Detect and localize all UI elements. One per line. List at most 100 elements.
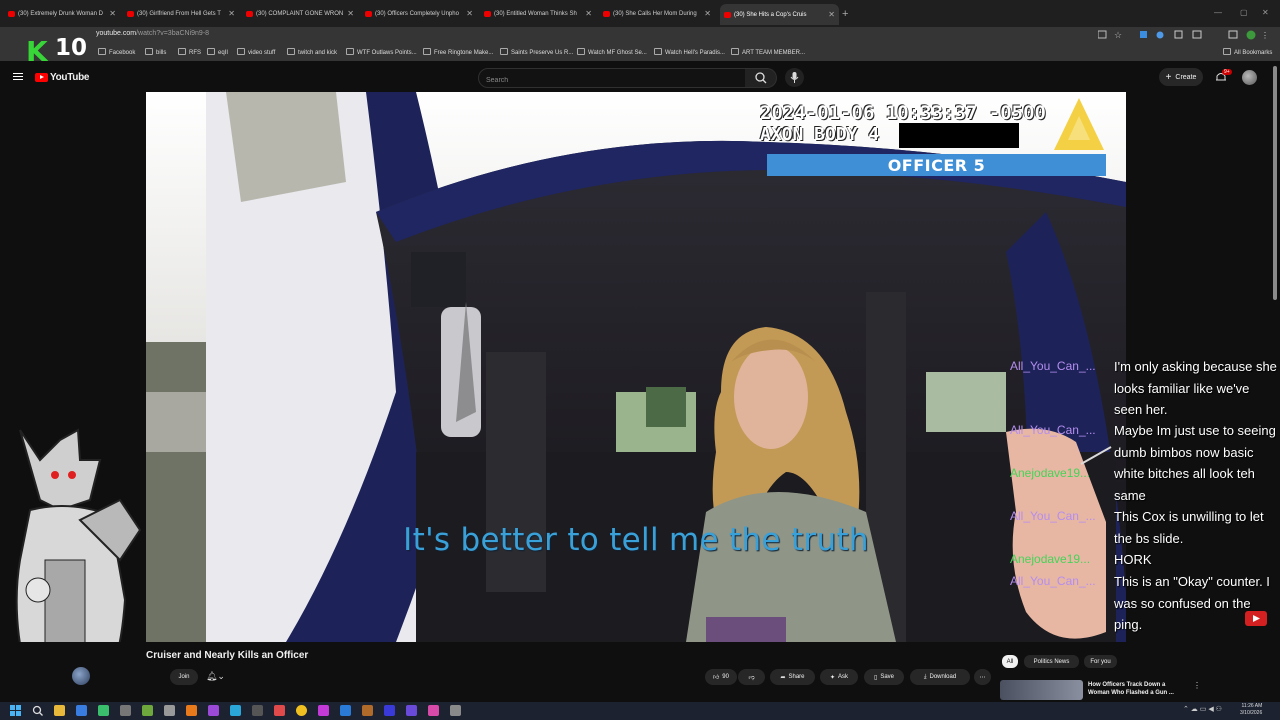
- hamburger-menu-icon[interactable]: [13, 73, 23, 82]
- bookmark-item[interactable]: Watch MF Ghost Se...: [577, 48, 647, 56]
- thumbs-up-icon: 👍︎: [713, 675, 720, 681]
- browser-tab[interactable]: (30) COMPLAINT GONE WRON ✕: [246, 6, 358, 21]
- browser-tab[interactable]: (30) Entitled Woman Thinks Sh ✕: [484, 6, 596, 21]
- kebab-menu-icon: ⋮: [1261, 31, 1268, 40]
- taskbar-app-icon[interactable]: [142, 705, 153, 716]
- bookmark-item[interactable]: ART TEAM MEMBER...: [731, 48, 805, 56]
- taskbar-app-icon[interactable]: [164, 705, 175, 716]
- chat-text: Maybe Im just use to seeing dumb bimbos …: [1114, 423, 1276, 503]
- youtube-logo[interactable]: YouTube: [35, 72, 90, 83]
- close-tab-icon[interactable]: ✕: [828, 10, 835, 19]
- taskbar-app-icon[interactable]: [230, 705, 241, 716]
- settings-icon[interactable]: [450, 705, 461, 716]
- chat-username: All_You_Can_...: [1010, 509, 1096, 523]
- chrome-icon[interactable]: [296, 705, 307, 716]
- search-box: [478, 68, 747, 90]
- chip-for-you[interactable]: For you: [1084, 655, 1117, 668]
- chat-text: I'm only asking because she looks famili…: [1114, 359, 1277, 417]
- microphone-icon: [790, 72, 799, 83]
- more-actions-button[interactable]: ⋯: [974, 669, 991, 685]
- account-avatar[interactable]: [1242, 70, 1257, 85]
- new-tab-icon[interactable]: +: [842, 8, 848, 20]
- chat-username: All_You_Can_...: [1010, 423, 1096, 437]
- system-tray-icons[interactable]: ⌃ ☁ ▭ ◀︎ ⚇: [1183, 705, 1222, 713]
- browser-tab-active[interactable]: (30) She Hits a Cop's Cruis ✕: [720, 4, 839, 25]
- taskbar-app-icon[interactable]: [98, 705, 109, 716]
- recommendation-thumbnail[interactable]: [1000, 680, 1083, 700]
- subscription-bell-icon[interactable]: 🔔︎⌄: [206, 671, 225, 682]
- browser-tab[interactable]: (30) Extremely Drunk Woman D ✕: [8, 6, 120, 21]
- file-explorer-icon[interactable]: [54, 705, 65, 716]
- youtube-favicon-icon: [8, 10, 15, 17]
- download-icon: ⤓: [923, 673, 927, 680]
- taskbar-app-icon[interactable]: [406, 705, 417, 716]
- browser-toolbar-icons[interactable]: ☆ ⋮: [1098, 30, 1268, 40]
- dislike-button[interactable]: 👎︎: [738, 669, 765, 685]
- bookmark-item[interactable]: Facebook: [98, 48, 135, 56]
- taskbar-app-icon[interactable]: [274, 705, 285, 716]
- share-button[interactable]: ➦ Share: [770, 669, 815, 685]
- taskbar-app-icon[interactable]: [428, 705, 439, 716]
- youtube-favicon-icon: [724, 11, 731, 18]
- taskbar-app-icon[interactable]: [340, 705, 351, 716]
- minimize-icon[interactable]: —: [1214, 8, 1222, 17]
- chip-all[interactable]: All: [1002, 655, 1018, 668]
- taskbar-app-icon[interactable]: [208, 705, 219, 716]
- bookmark-item[interactable]: Saints Preserve Us R...: [500, 48, 573, 56]
- search-input[interactable]: [479, 71, 726, 90]
- taskbar-clock[interactable]: 11:26 AM 3/10/2026: [1240, 703, 1262, 717]
- more-vertical-icon[interactable]: ⋮: [1193, 681, 1201, 690]
- browser-tab-bar: (30) Extremely Drunk Woman D ✕ (30) Girlf…: [0, 0, 1280, 27]
- install-icon: [1098, 30, 1107, 39]
- youtube-favicon-icon: [127, 10, 134, 17]
- bookmark-item[interactable]: twitch and kick: [287, 48, 337, 56]
- close-window-icon[interactable]: ✕: [1262, 8, 1269, 17]
- voice-search-button[interactable]: [785, 68, 804, 87]
- close-tab-icon[interactable]: ✕: [347, 9, 354, 18]
- bookmark-item[interactable]: WTF Outlaws Points...: [346, 48, 417, 56]
- taskbar-app-icon[interactable]: [362, 705, 373, 716]
- taskbar-app-icon[interactable]: [76, 705, 87, 716]
- url-field[interactable]: youtube.com/watch?v=3baCNi9n9-8: [96, 30, 209, 37]
- like-button[interactable]: 👍︎ 90: [705, 669, 737, 685]
- search-button[interactable]: [745, 68, 777, 88]
- chat-text: HORK: [1114, 552, 1152, 567]
- close-tab-icon[interactable]: ✕: [704, 9, 711, 18]
- close-tab-icon[interactable]: ✕: [109, 9, 116, 18]
- bookmark-item[interactable]: RFS: [178, 48, 201, 56]
- maximize-icon[interactable]: ▢: [1240, 8, 1248, 17]
- recommendation-title[interactable]: How Officers Track Down a Woman Who Flas…: [1088, 681, 1188, 697]
- bookmark-item[interactable]: bills: [145, 48, 166, 56]
- taskbar-app-icon[interactable]: [120, 705, 131, 716]
- extension-icon: [1156, 31, 1164, 39]
- join-button[interactable]: Join: [170, 669, 198, 685]
- profile-icon: [1246, 30, 1256, 40]
- browser-tab[interactable]: (30) Officers Completely Unpho ✕: [365, 6, 477, 21]
- browser-tab[interactable]: (30) She Calls Her Mom During ✕: [603, 6, 715, 21]
- taskbar-app-icon[interactable]: [186, 705, 197, 716]
- ask-button[interactable]: ✦ Ask: [820, 669, 858, 685]
- bookmark-item[interactable]: Free Ringtone Make...: [423, 48, 493, 56]
- bookmark-item[interactable]: Watch Hell's Paradis...: [654, 48, 725, 56]
- all-bookmarks[interactable]: All Bookmarks: [1223, 48, 1272, 56]
- page-scrollbar[interactable]: [1273, 66, 1277, 300]
- close-tab-icon[interactable]: ✕: [466, 9, 473, 18]
- channel-avatar[interactable]: [72, 667, 90, 685]
- sparkle-icon: ✦: [829, 674, 835, 681]
- close-tab-icon[interactable]: ✕: [585, 9, 592, 18]
- create-button[interactable]: + Create: [1159, 68, 1203, 86]
- download-button[interactable]: ⤓ Download: [910, 669, 970, 685]
- bookmark-item[interactable]: eqII: [207, 48, 228, 56]
- chat-username: All_You_Can_...: [1010, 359, 1096, 373]
- chip-politics-news[interactable]: Politics News: [1024, 655, 1079, 668]
- search-icon[interactable]: [32, 705, 43, 716]
- taskbar-app-icon[interactable]: [252, 705, 263, 716]
- windows-start-icon[interactable]: [10, 705, 21, 716]
- star-icon: ☆: [1114, 30, 1122, 40]
- close-tab-icon[interactable]: ✕: [228, 9, 235, 18]
- bookmark-item[interactable]: video stuff: [237, 48, 275, 56]
- taskbar-app-icon[interactable]: [384, 705, 395, 716]
- taskbar-app-icon[interactable]: [318, 705, 329, 716]
- browser-tab[interactable]: (30) Girlfriend From Hell Gets T ✕: [127, 6, 239, 21]
- save-button[interactable]: ▯ Save: [864, 669, 904, 685]
